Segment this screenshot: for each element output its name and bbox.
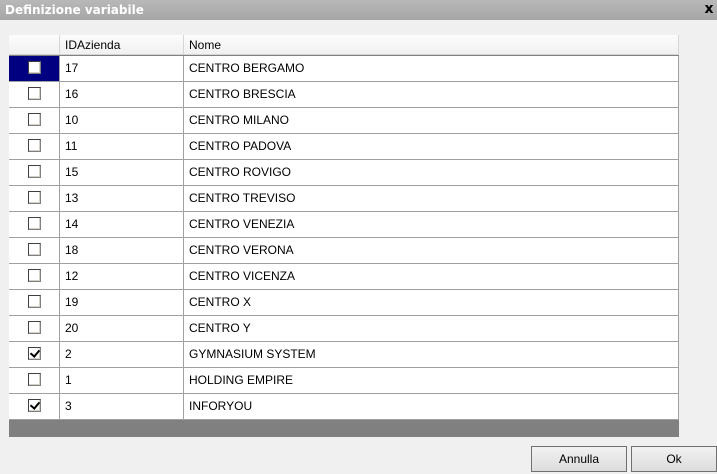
row-checkbox[interactable] <box>28 295 41 308</box>
row-checkbox[interactable] <box>28 269 41 282</box>
row-checkbox[interactable] <box>28 243 41 256</box>
cell-nome[interactable]: CENTRO Y <box>184 316 679 342</box>
row-select-cell[interactable] <box>9 56 60 82</box>
cell-idazienda[interactable]: 17 <box>60 56 184 82</box>
row-checkbox[interactable] <box>28 113 41 126</box>
table-row[interactable]: 20 CENTRO Y <box>9 316 679 342</box>
table-row[interactable]: 11 CENTRO PADOVA <box>9 134 679 160</box>
cell-idazienda[interactable]: 1 <box>60 368 184 394</box>
cell-idazienda[interactable]: 19 <box>60 290 184 316</box>
column-header-idazienda[interactable]: IDAzienda <box>60 35 184 55</box>
row-select-cell[interactable] <box>9 160 60 186</box>
row-checkbox[interactable] <box>28 217 41 230</box>
cell-idazienda[interactable]: 13 <box>60 186 184 212</box>
column-header-nome[interactable]: Nome <box>184 35 679 55</box>
grid-header: IDAzienda Nome <box>9 35 679 55</box>
row-select-cell[interactable] <box>9 238 60 264</box>
table-row[interactable]: 3 INFORYOU <box>9 394 679 420</box>
cell-nome[interactable]: CENTRO VERONA <box>184 238 679 264</box>
row-checkbox[interactable] <box>28 347 41 360</box>
row-checkbox[interactable] <box>28 165 41 178</box>
cell-idazienda[interactable]: 2 <box>60 342 184 368</box>
row-select-cell[interactable] <box>9 290 60 316</box>
row-select-cell[interactable] <box>9 186 60 212</box>
cell-idazienda[interactable]: 18 <box>60 238 184 264</box>
cancel-button[interactable]: Annulla <box>531 446 627 472</box>
row-select-cell[interactable] <box>9 316 60 342</box>
cell-nome[interactable]: CENTRO VICENZA <box>184 264 679 290</box>
data-grid[interactable]: IDAzienda Nome 17 CENTRO BERGAMO 16 CENTRO … <box>9 35 679 437</box>
cell-idazienda[interactable]: 12 <box>60 264 184 290</box>
table-row[interactable]: 18 CENTRO VERONA <box>9 238 679 264</box>
cell-nome[interactable]: HOLDING EMPIRE <box>184 368 679 394</box>
cell-nome[interactable]: GYMNASIUM SYSTEM <box>184 342 679 368</box>
row-checkbox[interactable] <box>28 139 41 152</box>
row-select-cell[interactable] <box>9 108 60 134</box>
cell-nome[interactable]: CENTRO PADOVA <box>184 134 679 160</box>
row-checkbox[interactable] <box>28 191 41 204</box>
row-select-cell[interactable] <box>9 368 60 394</box>
cell-nome[interactable]: CENTRO VENEZIA <box>184 212 679 238</box>
cell-idazienda[interactable]: 11 <box>60 134 184 160</box>
table-row[interactable]: 19 CENTRO X <box>9 290 679 316</box>
row-select-cell[interactable] <box>9 394 60 420</box>
ok-button[interactable]: Ok <box>631 446 717 472</box>
table-row[interactable]: 10 CENTRO MILANO <box>9 108 679 134</box>
row-select-cell[interactable] <box>9 82 60 108</box>
cell-nome[interactable]: CENTRO MILANO <box>184 108 679 134</box>
cell-idazienda[interactable]: 14 <box>60 212 184 238</box>
close-icon[interactable]: x <box>701 1 717 17</box>
table-row[interactable]: 13 CENTRO TREVISO <box>9 186 679 212</box>
table-row[interactable]: 14 CENTRO VENEZIA <box>9 212 679 238</box>
title-bar: Definizione variabile x <box>0 0 717 20</box>
cell-nome[interactable]: CENTRO TREVISO <box>184 186 679 212</box>
cell-idazienda[interactable]: 16 <box>60 82 184 108</box>
table-row[interactable]: 2 GYMNASIUM SYSTEM <box>9 342 679 368</box>
row-select-cell[interactable] <box>9 212 60 238</box>
cell-idazienda[interactable]: 10 <box>60 108 184 134</box>
cell-nome[interactable]: CENTRO BERGAMO <box>184 56 679 82</box>
row-checkbox[interactable] <box>28 399 41 412</box>
cell-idazienda[interactable]: 15 <box>60 160 184 186</box>
cell-nome[interactable]: CENTRO X <box>184 290 679 316</box>
table-row[interactable]: 12 CENTRO VICENZA <box>9 264 679 290</box>
row-checkbox[interactable] <box>28 61 41 74</box>
cell-idazienda[interactable]: 3 <box>60 394 184 420</box>
row-select-cell[interactable] <box>9 134 60 160</box>
cell-nome[interactable]: CENTRO BRESCIA <box>184 82 679 108</box>
table-row[interactable]: 16 CENTRO BRESCIA <box>9 82 679 108</box>
row-checkbox[interactable] <box>28 373 41 386</box>
table-row[interactable]: 17 CENTRO BERGAMO <box>9 56 679 82</box>
row-select-cell[interactable] <box>9 264 60 290</box>
table-row[interactable]: 1 HOLDING EMPIRE <box>9 368 679 394</box>
window-title: Definizione variabile <box>5 3 144 17</box>
cell-nome[interactable]: CENTRO ROVIGO <box>184 160 679 186</box>
row-checkbox[interactable] <box>28 87 41 100</box>
column-header-select[interactable] <box>9 35 60 55</box>
row-select-cell[interactable] <box>9 342 60 368</box>
cell-nome[interactable]: INFORYOU <box>184 394 679 420</box>
cell-idazienda[interactable]: 20 <box>60 316 184 342</box>
table-row[interactable]: 15 CENTRO ROVIGO <box>9 160 679 186</box>
row-checkbox[interactable] <box>28 321 41 334</box>
